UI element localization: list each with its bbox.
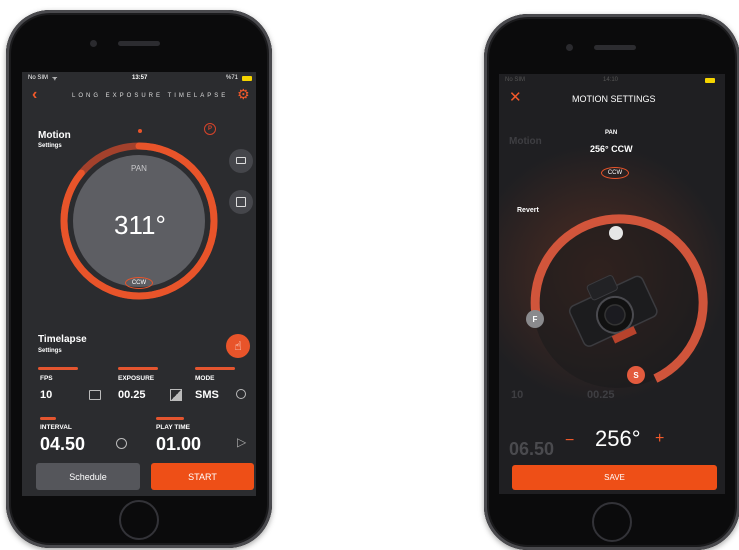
status-carrier: No SIM xyxy=(28,75,49,81)
handle-s[interactable]: S xyxy=(627,366,645,384)
save-preset-button[interactable] xyxy=(229,190,253,214)
fps-value[interactable]: 10 xyxy=(40,389,52,401)
timelapse-title: Timelapse xyxy=(38,334,87,345)
p-badge-label: P xyxy=(207,126,212,132)
schedule-button[interactable]: Schedule xyxy=(36,463,140,490)
interval-bar xyxy=(40,417,56,420)
play-time-bar xyxy=(156,417,184,420)
right-screen: Motion 10 00.25 06.50 No SIM 14:10 ✕ MOT… xyxy=(499,74,725,494)
right-phone: Motion 10 00.25 06.50 No SIM 14:10 ✕ MOT… xyxy=(484,14,739,550)
ccw-label: CCW xyxy=(607,170,623,176)
angle-value: 256° xyxy=(595,426,641,451)
exposure-icon xyxy=(170,389,182,401)
status-time: 14:10 xyxy=(603,77,619,83)
interval-value[interactable]: 04.50 xyxy=(40,434,85,455)
back-chevron-icon[interactable]: ‹ xyxy=(32,86,37,104)
status-time: 13:57 xyxy=(132,75,148,81)
angle-readout: 256° CCW xyxy=(590,144,633,154)
handle-f[interactable]: F xyxy=(526,310,544,328)
header-title: LONG EXPOSURE TIMELAPSE xyxy=(72,93,229,99)
status-carrier: No SIM xyxy=(505,77,526,83)
play-time-value[interactable]: 01.00 xyxy=(156,434,201,455)
camera-image xyxy=(568,275,658,347)
handle-s-label: S xyxy=(633,370,639,380)
bg-interval-value: 06.50 xyxy=(509,439,555,459)
gear-icon[interactable]: ⚙ xyxy=(237,86,250,103)
bg-motion-title: Motion xyxy=(509,136,542,147)
start-button[interactable]: START xyxy=(151,463,254,490)
p-badge[interactable]: P xyxy=(204,123,216,135)
ccw-direction-toggle[interactable]: CCW xyxy=(601,167,629,179)
left-phone: No SIM ᯤ 13:57 %71 ‹ LONG EXPOSURE TIMEL… xyxy=(6,10,272,548)
home-button[interactable] xyxy=(119,500,159,540)
left-screen: No SIM ᯤ 13:57 %71 ‹ LONG EXPOSURE TIMEL… xyxy=(22,72,256,496)
earpiece xyxy=(118,41,160,46)
mode-value[interactable]: SMS xyxy=(195,389,219,401)
hand-touch-icon: ☝ xyxy=(234,339,242,353)
battery-icon xyxy=(705,78,715,83)
floppy-icon xyxy=(236,197,246,207)
save-button[interactable]: SAVE xyxy=(512,465,717,490)
exposure-label: EXPOSURE xyxy=(118,375,155,382)
fps-bar xyxy=(38,367,78,370)
handle-f-label: F xyxy=(532,314,538,324)
mode-timer-icon xyxy=(236,389,246,399)
exposure-bar xyxy=(118,367,158,370)
close-icon[interactable]: ✕ xyxy=(509,88,522,106)
front-camera xyxy=(566,44,573,51)
folder-button[interactable] xyxy=(229,149,253,173)
timelapse-subtitle: Settings xyxy=(38,348,62,354)
mode-label: MODE xyxy=(195,375,215,382)
axis-label: PAN xyxy=(605,130,618,136)
mode-bar xyxy=(195,367,235,370)
header-title: MOTION SETTINGS xyxy=(572,94,656,104)
start-label: START xyxy=(188,471,217,482)
dial-axis-label: PAN xyxy=(131,164,147,173)
frames-icon xyxy=(89,390,101,400)
position-dot xyxy=(138,129,142,133)
schedule-label: Schedule xyxy=(69,471,107,482)
home-button[interactable] xyxy=(592,502,632,542)
play-time-label: PLAY TIME xyxy=(156,424,190,431)
increment-button[interactable]: + xyxy=(655,430,664,448)
folder-icon xyxy=(236,157,246,164)
earpiece xyxy=(594,45,636,50)
exposure-value[interactable]: 00.25 xyxy=(118,389,146,401)
fps-label: FPS xyxy=(40,375,53,382)
save-label: SAVE xyxy=(604,473,625,482)
battery-icon xyxy=(242,76,252,81)
ccw-label: CCW xyxy=(131,280,147,286)
status-battery-text: %71 xyxy=(226,75,239,81)
touch-gesture-button[interactable]: ☝ xyxy=(226,334,250,358)
wifi-icon: ᯤ xyxy=(52,76,58,82)
decrement-button[interactable]: − xyxy=(565,432,574,450)
interval-label: INTERVAL xyxy=(40,424,72,431)
play-icon[interactable]: ▷ xyxy=(237,435,246,449)
dial-angle-value: 311° xyxy=(114,210,166,240)
interval-timer-icon xyxy=(116,438,127,449)
front-camera xyxy=(90,40,97,47)
ccw-direction-toggle[interactable]: CCW xyxy=(125,277,153,289)
top-handle[interactable] xyxy=(609,226,623,240)
